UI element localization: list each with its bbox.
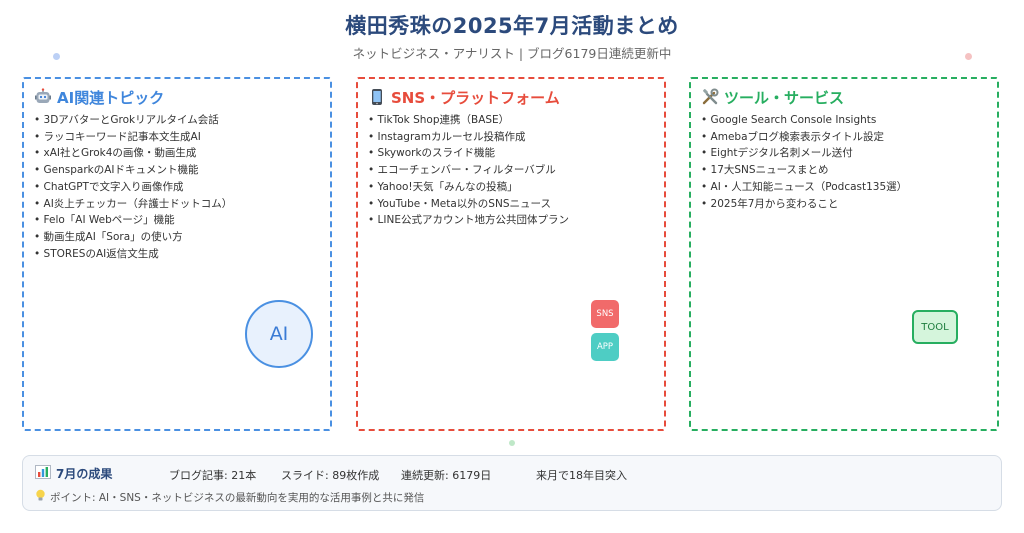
list-item: Felo「AI Webページ」機能 [34, 212, 232, 229]
list-item: GensparkのAIドキュメント機能 [34, 162, 232, 179]
list-item: Skyworkのスライド機能 [368, 145, 569, 162]
card-tools-services: ツール・サービス Google Search Console Insights … [689, 77, 999, 431]
list-item: xAI社とGrok4の画像・動画生成 [34, 145, 232, 162]
list-item: ラッコキーワード記事本文生成AI [34, 129, 232, 146]
list-item: AI・人工知能ニュース（Podcast135選） [701, 179, 908, 196]
stat-milestone: 来月で18年目突入 [536, 469, 627, 482]
list-item: Google Search Console Insights [701, 112, 907, 129]
card-title: ツール・サービス [724, 88, 845, 107]
card-title: SNS・プラットフォーム [391, 88, 560, 107]
list-item: Yahoo!天気「みんなの投稿」 [368, 179, 569, 196]
app-badge: APP [591, 333, 619, 361]
stat-slides: スライド: 89枚作成 [281, 469, 380, 482]
smartphone-icon [368, 88, 386, 106]
list-item: 2025年7月から変わること [701, 196, 907, 213]
list-item: LINE公式アカウント地方公共団体プラン [368, 212, 569, 229]
list-item: Amebaブログ検索表示タイトル設定 [701, 129, 907, 146]
summary-heading: 7月の成果 [35, 465, 112, 482]
stat-blog-posts: ブログ記事: 21本 [169, 469, 257, 482]
bar-chart-icon [35, 465, 51, 482]
list-item: TikTok Shop連携（BASE） [368, 112, 569, 129]
robot-icon [34, 88, 52, 106]
tool-badge: TOOL [912, 310, 958, 344]
list-item: ChatGPTで文字入り画像作成 [34, 179, 232, 196]
topic-list: 3DアバターとGrokリアルタイム会話 ラッコキーワード記事本文生成AI xAI… [34, 112, 233, 263]
card-heading: AI関連トピック [34, 86, 164, 108]
decorative-dot [53, 53, 60, 60]
topic-list: Google Search Console Insights Amebaブログ検… [701, 112, 908, 213]
lightbulb-icon [35, 489, 46, 505]
list-item: Eightデジタル名刺メール送付 [701, 145, 907, 162]
stat-streak: 連続更新: 6179日 [401, 469, 492, 482]
decorative-dot [965, 53, 972, 60]
summary-note: ポイント: AI・SNS・ネットビジネスの最新動向を実用的な活用事例と共に発信 [35, 489, 424, 505]
topic-list: TikTok Shop連携（BASE） Instagramカルーセル投稿作成 S… [368, 112, 569, 229]
note-text: ポイント: AI・SNS・ネットビジネスの最新動向を実用的な活用事例と共に発信 [50, 491, 425, 504]
list-item: 3DアバターとGrokリアルタイム会話 [34, 112, 232, 129]
tools-icon [701, 88, 719, 106]
summary-panel: 7月の成果 ブログ記事: 21本 スライド: 89枚作成 連続更新: 6179日… [22, 455, 1002, 511]
list-item: 17大SNSニュースまとめ [701, 162, 907, 179]
page-subtitle: ネットビジネス・アナリスト | ブログ6179日連続更新中 [352, 46, 672, 61]
card-ai-topics: AI関連トピック 3DアバターとGrokリアルタイム会話 ラッコキーワード記事本… [22, 77, 332, 431]
list-item: 動画生成AI「Sora」の使い方 [34, 229, 232, 246]
card-heading: SNS・プラットフォーム [368, 86, 560, 108]
card-sns-platforms: SNS・プラットフォーム TikTok Shop連携（BASE） Instagr… [356, 77, 666, 431]
list-item: AI炎上チェッカー（弁護士ドットコム） [34, 196, 233, 213]
card-title: AI関連トピック [57, 88, 165, 107]
sns-badge: SNS [591, 300, 619, 328]
list-item: Instagramカルーセル投稿作成 [368, 129, 569, 146]
list-item: YouTube・Meta以外のSNSニュース [368, 196, 569, 213]
page-title: 横田秀珠の2025年7月活動まとめ [345, 14, 679, 38]
ai-badge: AI [245, 300, 313, 368]
list-item: エコーチェンバー・フィルターバブル [368, 162, 569, 179]
list-item: STORESのAI返信文生成 [34, 246, 232, 263]
summary-title: 7月の成果 [56, 467, 113, 481]
decorative-dot [509, 440, 515, 446]
card-heading: ツール・サービス [701, 86, 844, 108]
